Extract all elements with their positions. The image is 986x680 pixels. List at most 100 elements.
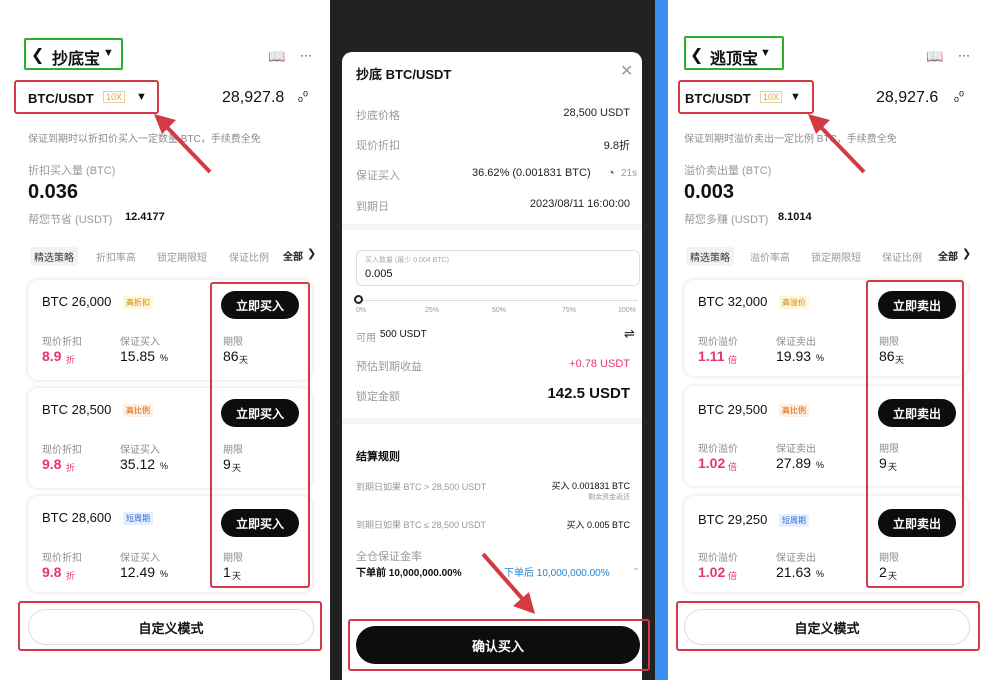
page-title: 抄底宝 — [52, 51, 101, 68]
card-unit-2: % — [816, 569, 825, 579]
chevron-down-icon[interactable]: ⌄ — [632, 562, 640, 573]
back-icon[interactable]: ❮ — [31, 45, 44, 65]
card-label-2: 保证卖出 — [776, 444, 816, 455]
slider-tick: 100% — [618, 307, 636, 314]
rule-2-condition: 到期日如果 BTC ≤ 28,500 USDT — [356, 520, 486, 530]
card-value-2: 12.49 — [120, 564, 156, 580]
tab-discount-high[interactable]: 折扣率高 — [96, 249, 136, 264]
margin-before: 下单前 10,000,000.00% — [356, 568, 462, 579]
tab-premium-high[interactable]: 溢价率高 — [750, 249, 790, 264]
slider-track[interactable] — [358, 300, 638, 301]
tab-featured[interactable]: 精选策略 — [686, 247, 734, 266]
card-value-1: 9.8 — [42, 456, 62, 472]
quantity-label: 买入数量 (最少 0.004 BTC) — [365, 257, 450, 264]
annotation-arrow — [154, 114, 212, 174]
card-badge: 高比例 — [123, 404, 153, 417]
chart-icon[interactable]: ₒ⁰ — [954, 89, 964, 105]
card-badge: 高溢价 — [779, 296, 809, 309]
pair-dropdown-icon[interactable]: ▼ — [790, 91, 801, 103]
card-label-2: 保证卖出 — [776, 553, 816, 564]
tab-short-lock[interactable]: 锁定期限短 — [811, 249, 861, 264]
close-icon[interactable]: ✕ — [620, 61, 633, 81]
book-icon[interactable]: 📖 — [926, 48, 943, 65]
caret-down-icon[interactable]: ▼ — [760, 47, 771, 59]
timer-icon: ◔ — [607, 165, 615, 180]
row-label: 到期日 — [356, 201, 389, 213]
divider — [342, 418, 642, 424]
chevron-right-icon[interactable]: ❯ — [307, 247, 316, 260]
tab-all[interactable]: 全部 — [283, 248, 303, 263]
annotation-arrow — [808, 114, 866, 174]
card-value-1: 1.11 — [698, 348, 725, 364]
swap-icon[interactable]: ⇌ — [624, 326, 635, 342]
card-label-2: 保证买入 — [120, 553, 160, 564]
card-unit-1: 折 — [66, 571, 76, 581]
card-label-2: 保证买入 — [120, 445, 160, 456]
pair-label[interactable]: BTC/USDT — [685, 91, 751, 106]
card-unit-2: % — [816, 460, 825, 470]
row-label: 抄底价格 — [356, 110, 400, 122]
card-value-1: 8.9 — [42, 348, 62, 364]
panel-divider — [655, 0, 668, 680]
more-icon[interactable]: ··· — [300, 48, 312, 62]
row-label: 保证买入 — [356, 170, 400, 182]
card-label-1: 现价折扣 — [42, 445, 82, 456]
amount-value: 0.036 — [28, 181, 79, 203]
card-unit-1: 倍 — [728, 571, 738, 581]
chevron-right-icon[interactable]: ❯ — [962, 247, 971, 260]
left-panel-bottom-fishing: ❮ 抄底宝 ▼ 📖 ··· BTC/USDT 10X ▼ 28,927.8 ₒ⁰… — [0, 0, 330, 680]
quantity-input[interactable]: 买入数量 (最少 0.004 BTC) 0.005 — [356, 250, 640, 286]
buttons-highlight — [866, 280, 964, 588]
tab-all[interactable]: 全部 — [938, 248, 958, 263]
slider-handle[interactable] — [354, 295, 363, 304]
card-price: BTC 28,600 — [42, 510, 112, 525]
card-price: BTC 29,250 — [698, 512, 768, 527]
more-icon[interactable]: ··· — [958, 48, 970, 62]
leverage-badge: 10X — [760, 91, 783, 103]
description: 保证到期时以折扣价买入一定数量 BTC，手续费全免 — [28, 134, 261, 145]
caret-down-icon[interactable]: ▼ — [103, 47, 114, 59]
tab-short-lock[interactable]: 锁定期限短 — [157, 249, 207, 264]
card-price: BTC 28,500 — [42, 402, 112, 417]
card-badge: 短周期 — [123, 512, 153, 525]
card-value-2: 15.85 — [120, 348, 156, 364]
chart-icon[interactable]: ₒ⁰ — [298, 89, 308, 105]
card-unit-2: % — [160, 353, 169, 363]
card-label-1: 现价溢价 — [698, 553, 738, 564]
sheet-title: 抄底 BTC/USDT — [356, 67, 452, 82]
card-unit-1: 倍 — [728, 462, 738, 472]
slider-tick: 0% — [356, 307, 367, 314]
card-label-1: 现价折扣 — [42, 553, 82, 564]
tab-featured[interactable]: 精选策略 — [30, 247, 78, 266]
divider — [342, 224, 642, 230]
amount-label: 折扣买入量 (BTC) — [28, 165, 116, 177]
buttons-highlight — [210, 282, 310, 588]
timer-value: 21s — [621, 168, 638, 179]
card-value-2: 35.12 — [120, 456, 156, 472]
card-label-2: 保证买入 — [120, 337, 160, 348]
amount-label: 溢价卖出量 (BTC) — [684, 165, 772, 177]
price: 28,927.6 — [876, 89, 939, 106]
book-icon[interactable]: 📖 — [268, 48, 285, 65]
card-price: BTC 26,000 — [42, 294, 112, 309]
amount-value: 0.003 — [684, 181, 735, 203]
save-label: 帮您节省 (USDT) — [28, 214, 113, 226]
card-badge: 高折扣 — [123, 296, 153, 309]
row-value: 36.62% (0.001831 BTC) — [472, 167, 591, 179]
card-price: BTC 29,500 — [698, 402, 768, 417]
row-label: 现价折扣 — [356, 140, 400, 152]
row-value: 9.8折 — [603, 140, 630, 152]
tab-ratio[interactable]: 保证比例 — [882, 249, 922, 264]
tab-ratio[interactable]: 保证比例 — [229, 249, 269, 264]
card-label-1: 现价溢价 — [698, 337, 738, 348]
custom-mode-button[interactable]: 自定义模式 — [28, 609, 314, 645]
pair-label[interactable]: BTC/USDT — [28, 91, 94, 106]
card-price: BTC 32,000 — [698, 294, 768, 309]
middle-panel-order-sheet: 抄底 BTC/USDT ✕ 抄底价格 28,500 USDT 现价折扣 9.8折… — [330, 0, 655, 680]
custom-mode-button[interactable]: 自定义模式 — [684, 609, 970, 645]
pair-dropdown-icon[interactable]: ▼ — [136, 91, 147, 103]
save-value: 12.4177 — [125, 211, 165, 223]
est-label: 预估到期收益 — [356, 361, 422, 373]
back-icon[interactable]: ❮ — [690, 45, 703, 65]
lock-label: 锁定金额 — [356, 391, 400, 403]
